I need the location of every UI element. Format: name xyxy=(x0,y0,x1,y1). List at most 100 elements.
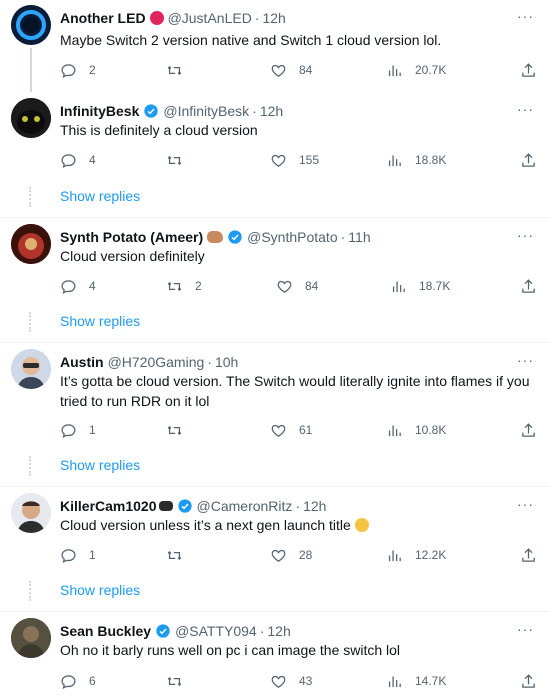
like-button[interactable]: 28 xyxy=(270,545,312,565)
retweet-button[interactable] xyxy=(166,671,195,691)
view-count: 12.2K xyxy=(415,548,447,562)
tweet-text: Cloud version definitely xyxy=(60,248,205,264)
like-button[interactable]: 84 xyxy=(270,60,312,80)
display-name[interactable]: Another LED xyxy=(60,10,146,26)
reply-tweet[interactable]: Another LED @JustAnLED · 12h ··· Maybe S… xyxy=(0,0,550,92)
reply-button[interactable]: 4 xyxy=(60,276,96,296)
view-count: 20.7K xyxy=(415,63,447,77)
show-replies-label[interactable]: Show replies xyxy=(60,313,140,329)
timestamp[interactable]: 12h xyxy=(267,623,290,639)
separator-dot: · xyxy=(295,498,301,514)
views-button[interactable]: 10.8K xyxy=(386,420,446,440)
retweet-icon xyxy=(167,155,182,165)
avatar[interactable] xyxy=(11,98,51,138)
game-controller-emoji-icon xyxy=(158,501,173,511)
austin-avatar-icon xyxy=(11,349,51,389)
heart-icon xyxy=(277,280,292,293)
view-count: 18.7K xyxy=(419,279,451,293)
views-button[interactable]: 14.7K xyxy=(386,671,446,691)
handle[interactable]: @CameronRitz xyxy=(197,498,293,514)
like-button[interactable]: 84 xyxy=(276,276,318,296)
avatar[interactable] xyxy=(11,618,51,658)
handle[interactable]: @H720Gaming xyxy=(108,354,205,370)
show-replies-label[interactable]: Show replies xyxy=(60,457,140,473)
avatar[interactable] xyxy=(11,224,51,264)
more-options-icon[interactable]: ··· xyxy=(517,227,534,243)
retweet-button[interactable] xyxy=(166,420,195,440)
more-options-icon[interactable]: ··· xyxy=(517,352,534,368)
timestamp[interactable]: 12h xyxy=(303,498,326,514)
reply-tweet[interactable]: Synth Potato (Ameer) @SynthPotato · 11h … xyxy=(0,218,550,304)
timestamp[interactable]: 10h xyxy=(215,354,238,370)
tweet-header: Austin @H720Gaming · 10h xyxy=(60,353,238,371)
retweet-button[interactable] xyxy=(166,545,195,565)
share-button[interactable] xyxy=(520,60,537,80)
handle[interactable]: @InfinityBesk xyxy=(163,103,249,119)
show-replies-link[interactable]: Show replies xyxy=(0,177,550,217)
share-button[interactable] xyxy=(520,671,537,691)
handle[interactable]: @SynthPotato xyxy=(247,229,338,245)
tweet-text-row: Cloud version unless it’s a next gen lau… xyxy=(60,515,538,535)
display-name[interactable]: Synth Potato (Ameer) xyxy=(60,229,203,245)
show-replies-link[interactable]: Show replies xyxy=(0,302,550,342)
heart-icon xyxy=(271,64,286,77)
more-options-icon[interactable]: ··· xyxy=(517,621,534,637)
views-button[interactable]: 20.7K xyxy=(386,60,446,80)
views-button[interactable]: 18.7K xyxy=(390,276,450,296)
views-button[interactable]: 12.2K xyxy=(386,545,446,565)
reply-tweet[interactable]: Austin @H720Gaming · 10h ··· It’s gotta … xyxy=(0,343,550,447)
tweet-actions: 1 28 12.2K xyxy=(60,545,540,565)
more-options-icon[interactable]: ··· xyxy=(517,496,534,512)
like-button[interactable]: 155 xyxy=(270,150,319,170)
reply-button[interactable]: 4 xyxy=(60,150,96,170)
share-button[interactable] xyxy=(520,150,537,170)
tweet-header: InfinityBesk @InfinityBesk · 12h xyxy=(60,102,283,120)
display-name[interactable]: Sean Buckley xyxy=(60,623,151,639)
retweet-button[interactable] xyxy=(166,60,195,80)
share-button[interactable] xyxy=(520,545,537,565)
reply-icon xyxy=(61,423,76,438)
retweet-button[interactable] xyxy=(166,150,195,170)
reply-button[interactable]: 1 xyxy=(60,545,96,565)
more-options-icon[interactable]: ··· xyxy=(517,101,534,117)
show-replies-link[interactable]: Show replies xyxy=(0,571,550,611)
tweet-actions: 6 43 14.7K xyxy=(60,671,540,691)
separator-dot: · xyxy=(259,623,265,639)
heart-icon xyxy=(271,549,286,562)
show-replies-label[interactable]: Show replies xyxy=(60,188,140,204)
retweet-button[interactable]: 2 xyxy=(166,276,202,296)
avatar[interactable] xyxy=(11,349,51,389)
share-button[interactable] xyxy=(520,420,537,440)
reply-tweet[interactable]: InfinityBesk @InfinityBesk · 12h ··· Thi… xyxy=(0,92,550,178)
display-name[interactable]: InfinityBesk xyxy=(60,103,139,119)
show-replies-label[interactable]: Show replies xyxy=(60,582,140,598)
display-name[interactable]: KillerCam1020 xyxy=(60,498,157,514)
more-options-icon[interactable]: ··· xyxy=(517,8,534,24)
reply-tweet[interactable]: Sean Buckley @SATTY094 · 12h ··· Oh no i… xyxy=(0,612,550,698)
tweet-text: It’s gotta be cloud version. The Switch … xyxy=(60,373,530,409)
display-name[interactable]: Austin xyxy=(60,354,104,370)
reply-count: 2 xyxy=(89,63,96,77)
timestamp[interactable]: 11h xyxy=(348,229,370,245)
timestamp[interactable]: 12h xyxy=(262,10,285,26)
views-button[interactable]: 18.8K xyxy=(386,150,446,170)
handle[interactable]: @JustAnLED xyxy=(168,10,252,26)
avatar[interactable] xyxy=(11,5,51,45)
reply-button[interactable]: 1 xyxy=(60,420,96,440)
reply-tweet[interactable]: KillerCam1020 @CameronRitz · 12h ··· Clo… xyxy=(0,487,550,573)
timestamp[interactable]: 12h xyxy=(260,103,283,119)
black-cat-avatar-icon xyxy=(11,98,51,138)
share-button[interactable] xyxy=(520,276,537,296)
reply-button[interactable]: 2 xyxy=(60,60,96,80)
show-replies-link[interactable]: Show replies xyxy=(0,446,550,486)
like-button[interactable]: 43 xyxy=(270,671,312,691)
retweet-icon xyxy=(167,281,182,291)
reply-button[interactable]: 6 xyxy=(60,671,96,691)
views-chart-icon xyxy=(388,676,401,687)
tweet-text: Cloud version unless it’s a next gen lau… xyxy=(60,517,351,533)
retweet-icon xyxy=(167,550,182,560)
avatar[interactable] xyxy=(11,493,51,533)
handle[interactable]: @SATTY094 xyxy=(175,623,257,639)
reply-count: 1 xyxy=(89,423,96,437)
like-button[interactable]: 61 xyxy=(270,420,312,440)
